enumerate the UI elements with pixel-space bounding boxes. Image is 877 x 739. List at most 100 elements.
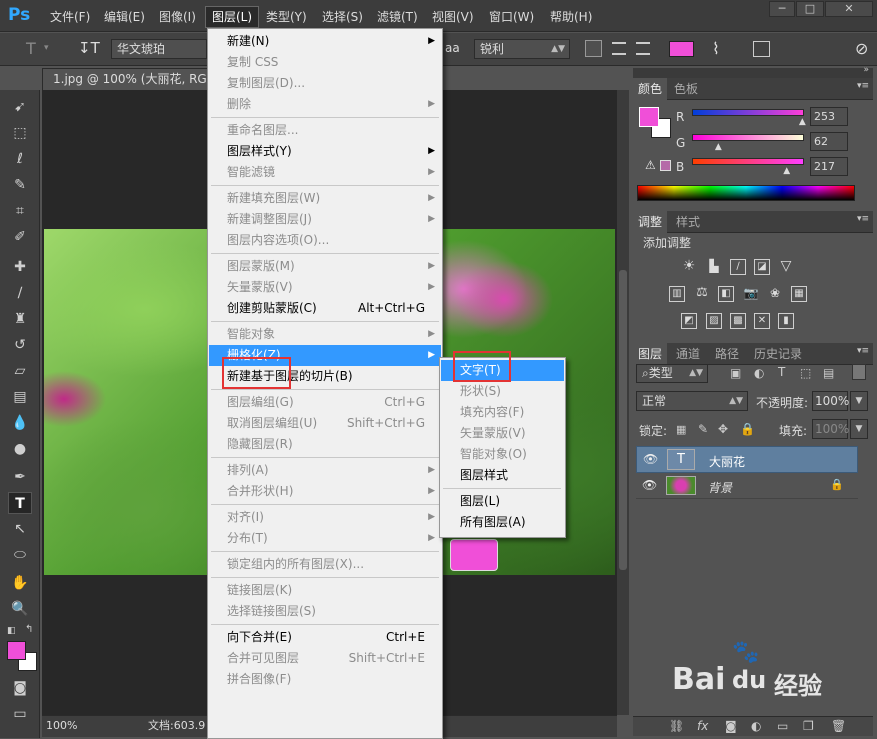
scrollbar-thumb[interactable] (619, 270, 627, 570)
photo-filter-icon[interactable]: 📷 (743, 286, 759, 302)
channel-r-value[interactable]: 253 (810, 107, 848, 126)
visibility-eye-icon[interactable]: 👁 (642, 478, 657, 492)
new-adjustment-icon[interactable]: ◐ (751, 719, 761, 733)
filter-shape-icon[interactable]: ⬚ (800, 366, 811, 380)
panel-menu-icon[interactable]: ▾≡ (857, 81, 869, 91)
antialias-select[interactable]: 锐利 ▲▼ (474, 39, 570, 59)
chevron-down-icon[interactable]: ▼ (850, 419, 868, 439)
threshold-icon[interactable]: ▩ (730, 313, 746, 329)
blur-tool-icon[interactable]: 💧 (8, 412, 32, 434)
menu-window[interactable]: 窗口(W) (489, 8, 534, 26)
color-lookup-icon[interactable]: ▦ (791, 286, 807, 302)
menu-item[interactable]: 图层样式(Y) ▶ (209, 141, 441, 162)
eraser-tool-icon[interactable]: ▱ (8, 360, 32, 382)
zoom-tool-icon[interactable]: 🔍 (8, 598, 32, 620)
chevron-down-icon[interactable]: ▼ (850, 391, 868, 411)
tab-styles[interactable]: 样式 (671, 211, 705, 233)
menu-layer[interactable]: 图层(L) (205, 6, 260, 28)
filter-smart-object-icon[interactable]: ▤ (823, 366, 834, 380)
new-layer-icon[interactable]: ❐ (803, 719, 814, 733)
hue-saturation-icon[interactable]: ▥ (669, 286, 685, 302)
layer-row[interactable]: 👁 背景 🔒 (636, 474, 858, 499)
menu-select[interactable]: 选择(S) (322, 8, 363, 26)
menu-image[interactable]: 图像(I) (159, 8, 196, 26)
document-info[interactable]: 文档:603.9 (148, 716, 205, 736)
default-colors-icon[interactable]: ◧ (7, 626, 16, 636)
layer-name[interactable]: 大丽花 (709, 453, 745, 470)
channel-r-thumb[interactable]: ▲ (799, 117, 806, 127)
menu-view[interactable]: 视图(V) (432, 8, 474, 26)
layer-filter-select[interactable]: ⌕类型 ▲▼ (636, 364, 708, 383)
menu-filter[interactable]: 滤镜(T) (377, 8, 418, 26)
tab-color[interactable]: 颜色 (633, 78, 668, 100)
gamut-color-chip[interactable] (660, 160, 671, 171)
add-mask-icon[interactable]: ◙ (725, 719, 737, 733)
gradient-map-icon[interactable]: ▮ (778, 313, 794, 329)
posterize-icon[interactable]: ▨ (706, 313, 722, 329)
filter-type-icon[interactable]: T (778, 365, 785, 379)
menu-item[interactable]: 创建剪贴蒙版(C) Alt+Ctrl+G (209, 298, 441, 319)
type-tool-icon[interactable]: T (26, 39, 36, 58)
fx-icon[interactable]: fx (697, 719, 708, 733)
layer-name[interactable]: 背景 (708, 479, 732, 496)
panel-menu-icon[interactable]: ▾≡ (857, 346, 869, 356)
brush-tool-icon[interactable]: ∕ (8, 282, 32, 304)
text-color-swatch[interactable] (669, 41, 694, 57)
filter-toggle[interactable] (852, 364, 866, 380)
levels-icon[interactable]: ▙ (706, 259, 722, 275)
lock-transparent-icon[interactable]: ▦ (676, 423, 686, 436)
dodge-tool-icon[interactable]: ● (8, 438, 32, 460)
align-center-button[interactable] (612, 42, 626, 55)
tab-paths[interactable]: 路径 (710, 343, 744, 365)
brightness-contrast-icon[interactable]: ☀ (681, 259, 697, 275)
warp-text-icon[interactable]: ⌇ (712, 39, 720, 58)
healing-brush-icon[interactable]: ✚ (8, 256, 32, 278)
eyedropper-tool-icon[interactable]: ✐ (8, 226, 32, 248)
hand-tool-icon[interactable]: ✋ (8, 572, 32, 594)
panel-menu-icon[interactable]: ▾≡ (857, 214, 869, 224)
color-balance-icon[interactable]: ⚖ (694, 286, 710, 302)
out-of-gamut-warning-icon[interactable]: ⚠ (645, 158, 656, 172)
menu-edit[interactable]: 编辑(E) (104, 8, 145, 26)
tab-adjustments[interactable]: 调整 (633, 211, 668, 233)
screen-mode-icon[interactable]: ▭ (8, 703, 32, 725)
tab-history[interactable]: 历史记录 (749, 343, 807, 365)
color-spectrum-ramp[interactable] (637, 185, 855, 201)
quick-mask-icon[interactable]: ◙ (8, 677, 32, 699)
vibrance-icon[interactable]: ▽ (778, 259, 794, 275)
black-white-icon[interactable]: ◧ (718, 286, 734, 302)
channel-b-thumb[interactable]: ▲ (783, 166, 790, 176)
tab-channels[interactable]: 通道 (671, 343, 705, 365)
toggle-orientation-icon[interactable]: ↧T (78, 39, 100, 57)
selective-color-icon[interactable]: ✕ (754, 313, 770, 329)
submenu-item[interactable]: 图层样式 (441, 465, 564, 486)
lock-pixels-icon[interactable]: ✎ (698, 422, 708, 436)
swap-colors-icon[interactable]: ↰ (25, 624, 33, 635)
align-left-button[interactable] (585, 40, 602, 57)
vertical-scrollbar[interactable] (617, 90, 629, 715)
tool-preset-arrow-icon[interactable]: ▾ (44, 43, 49, 53)
gradient-tool-icon[interactable]: ▤ (8, 386, 32, 408)
menu-file[interactable]: 文件(F) (50, 8, 90, 26)
lock-all-icon[interactable]: 🔒 (740, 422, 755, 436)
history-brush-icon[interactable]: ↺ (8, 334, 32, 356)
channel-g-value[interactable]: 62 (810, 132, 848, 151)
trash-icon[interactable]: 🗑 (831, 719, 846, 733)
link-layers-icon[interactable]: ⛓ (669, 719, 684, 733)
channel-mixer-icon[interactable]: ❀ (767, 286, 783, 302)
crop-tool-icon[interactable]: ⌗ (8, 200, 32, 222)
opacity-field[interactable]: 100% (812, 391, 849, 411)
stamp-tool-icon[interactable]: ♜ (8, 308, 32, 330)
channel-g-thumb[interactable]: ▲ (715, 142, 722, 152)
path-select-tool-icon[interactable]: ↖ (8, 518, 32, 540)
maximize-button[interactable]: □ (796, 1, 824, 17)
font-family-field[interactable]: 华文琥珀 (111, 39, 207, 59)
blend-mode-select[interactable]: 正常 ▲▼ (636, 391, 748, 411)
move-tool-icon[interactable]: ➹ (8, 96, 32, 118)
quick-select-tool-icon[interactable]: ✎ (8, 174, 32, 196)
channel-r-slider[interactable] (692, 109, 804, 116)
layer-row[interactable]: 👁 T 大丽花 (636, 446, 858, 473)
visibility-eye-icon[interactable]: 👁 (643, 452, 658, 466)
cancel-icon[interactable]: ⊘ (855, 39, 868, 58)
menu-item[interactable]: 新建(N) ▶ (209, 31, 441, 52)
